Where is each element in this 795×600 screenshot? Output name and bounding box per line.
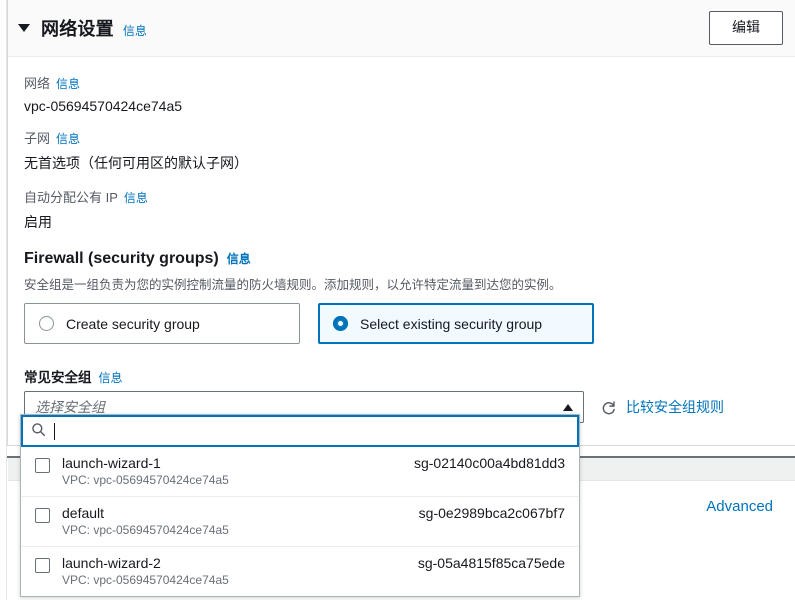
firewall-heading: Firewall (security groups) bbox=[24, 250, 219, 267]
network-settings-card: 网络设置 信息 编辑 网络 信息 vpc-05694570424ce74a5 子… bbox=[7, 0, 795, 446]
firewall-info-link[interactable]: 信息 bbox=[227, 250, 251, 267]
field-auto-assign-ip: 自动分配公有 IP 信息 启用 bbox=[24, 187, 783, 232]
page-title: 网络设置 bbox=[41, 19, 114, 39]
list-item[interactable]: launch-wizard-2 sg-05a4815f85ca75ede VPC… bbox=[21, 547, 579, 596]
radio-tile-select-existing-security-group-label: Select existing security group bbox=[360, 315, 543, 332]
security-group-name: launch-wizard-2 bbox=[62, 555, 161, 571]
refresh-icon bbox=[600, 399, 617, 416]
field-network-value: vpc-05694570424ce74a5 bbox=[24, 98, 183, 114]
firewall-description: 安全组是一组负责为您的实例控制流量的防火墙规则。添加规则，以允许特定流量到达您的… bbox=[24, 278, 562, 292]
network-settings-body: 网络 信息 vpc-05694570424ce74a5 子网 信息 无首选项（任… bbox=[8, 57, 795, 445]
field-auto-assign-ip-label: 自动分配公有 IP bbox=[24, 190, 118, 205]
text-cursor bbox=[54, 422, 55, 440]
security-group-select-info-link[interactable]: 信息 bbox=[99, 369, 123, 386]
field-auto-assign-ip-info-link[interactable]: 信息 bbox=[124, 189, 148, 206]
list-item-top-row: launch-wizard-1 sg-02140c00a4bd81dd3 bbox=[62, 455, 565, 471]
security-group-id: sg-02140c00a4bd81dd3 bbox=[413, 455, 565, 471]
field-network-label-row: 网络 信息 bbox=[24, 73, 783, 92]
field-subnet-label-row: 子网 信息 bbox=[24, 128, 783, 147]
field-auto-assign-ip-value: 启用 bbox=[24, 214, 52, 230]
edit-button[interactable]: 编辑 bbox=[709, 11, 783, 45]
field-network-label: 网络 bbox=[24, 76, 51, 91]
security-group-select-label: 常见安全组 bbox=[24, 370, 92, 385]
firewall-option-tiles: Create security group Select existing se… bbox=[24, 303, 783, 344]
field-subnet: 子网 信息 无首选项（任何可用区的默认子网） bbox=[24, 128, 783, 173]
field-network: 网络 信息 vpc-05694570424ce74a5 bbox=[24, 73, 783, 114]
radio-tile-create-security-group[interactable]: Create security group bbox=[24, 303, 300, 344]
header-info-link[interactable]: 信息 bbox=[123, 22, 147, 39]
field-subnet-info-link[interactable]: 信息 bbox=[56, 130, 80, 147]
header-left-group: 网络设置 信息 bbox=[18, 15, 709, 41]
compare-security-group-rules-label: 比较安全组规则 bbox=[626, 399, 724, 415]
security-group-name: default bbox=[62, 505, 105, 521]
security-group-id: sg-0e2989bca2c067bf7 bbox=[418, 505, 565, 521]
security-group-vpc: VPC: vpc-05694570424ce74a5 bbox=[62, 523, 229, 537]
security-group-dropdown: launch-wizard-1 sg-02140c00a4bd81dd3 VPC… bbox=[20, 414, 580, 597]
chevron-up-icon[interactable] bbox=[563, 403, 573, 411]
checkbox-icon[interactable] bbox=[35, 558, 50, 573]
checkbox-icon[interactable] bbox=[35, 508, 50, 523]
security-group-vpc: VPC: vpc-05694570424ce74a5 bbox=[62, 473, 229, 487]
firewall-heading-row: Firewall (security groups) 信息 bbox=[24, 250, 783, 268]
radio-icon-create-security-group[interactable] bbox=[39, 316, 54, 331]
caret-down-icon[interactable] bbox=[18, 24, 30, 32]
list-item-content: launch-wizard-1 sg-02140c00a4bd81dd3 VPC… bbox=[62, 455, 565, 487]
compare-security-group-rules-link[interactable]: 比较安全组规则 bbox=[600, 397, 724, 417]
advanced-link[interactable]: Advanced bbox=[706, 498, 773, 515]
search-icon bbox=[31, 422, 46, 440]
field-network-info-link[interactable]: 信息 bbox=[56, 75, 80, 92]
field-auto-assign-ip-label-row: 自动分配公有 IP 信息 bbox=[24, 187, 783, 206]
radio-tile-create-security-group-label: Create security group bbox=[66, 315, 200, 332]
radio-tile-select-existing-security-group[interactable]: Select existing security group bbox=[318, 303, 594, 344]
list-item-content: launch-wizard-2 sg-05a4815f85ca75ede VPC… bbox=[62, 555, 565, 587]
security-group-vpc: VPC: vpc-05694570424ce74a5 bbox=[62, 573, 229, 587]
network-settings-header: 网络设置 信息 编辑 bbox=[8, 0, 795, 57]
list-item[interactable]: default sg-0e2989bca2c067bf7 VPC: vpc-05… bbox=[21, 497, 579, 547]
security-group-select-label-row: 常见安全组 信息 bbox=[24, 366, 783, 386]
field-subnet-label: 子网 bbox=[24, 131, 51, 146]
list-item-content: default sg-0e2989bca2c067bf7 VPC: vpc-05… bbox=[62, 505, 565, 537]
page-left-rail bbox=[0, 0, 7, 600]
field-subnet-value: 无首选项（任何可用区的默认子网） bbox=[24, 155, 248, 171]
radio-icon-select-existing-security-group[interactable] bbox=[333, 316, 348, 331]
security-group-search-field[interactable] bbox=[21, 415, 579, 447]
list-item[interactable]: launch-wizard-1 sg-02140c00a4bd81dd3 VPC… bbox=[21, 447, 579, 497]
security-group-id: sg-05a4815f85ca75ede bbox=[417, 555, 565, 571]
checkbox-icon[interactable] bbox=[35, 458, 50, 473]
list-item-top-row: default sg-0e2989bca2c067bf7 bbox=[62, 505, 565, 521]
list-item-top-row: launch-wizard-2 sg-05a4815f85ca75ede bbox=[62, 555, 565, 571]
security-group-name: launch-wizard-1 bbox=[62, 455, 161, 471]
